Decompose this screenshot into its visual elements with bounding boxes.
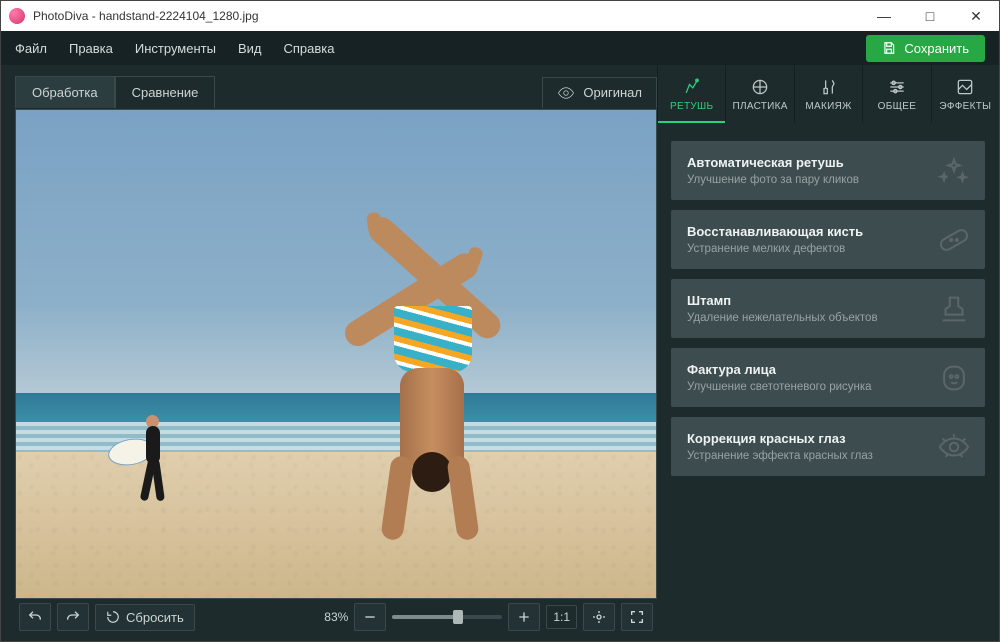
redo-button[interactable] [57, 603, 89, 631]
plastic-icon [750, 77, 770, 97]
tool-tab-plastic[interactable]: ПЛАСТИКА [725, 65, 793, 123]
tab-processing[interactable]: Обработка [15, 76, 115, 108]
face-icon [937, 361, 971, 395]
fit-icon [591, 609, 607, 625]
tool-tab-effects[interactable]: ЭФФЕКТЫ [931, 65, 999, 123]
app-body: Файл Правка Инструменты Вид Справка Сохр… [1, 31, 999, 641]
content: Обработка Сравнение Оригинал [1, 65, 999, 641]
tool-face-texture[interactable]: Фактура лица Улучшение светотеневого рис… [671, 348, 985, 407]
close-button[interactable]: ✕ [953, 1, 999, 31]
tool-red-eye[interactable]: Коррекция красных глаз Устранение эффект… [671, 417, 985, 476]
window-controls: — □ ✕ [861, 1, 999, 31]
right-pane: РЕТУШЬ ПЛАСТИКА МАКИЯЖ ОБЩЕЕ [657, 65, 999, 641]
save-label: Сохранить [904, 41, 969, 56]
retouch-icon [682, 77, 702, 97]
eye-icon [557, 84, 575, 102]
original-toggle[interactable]: Оригинал [542, 77, 657, 108]
titlebar: PhotoDiva - handstand-2224104_1280.jpg —… [1, 1, 999, 31]
original-label: Оригинал [583, 85, 642, 100]
menu-tools[interactable]: Инструменты [135, 41, 216, 56]
app-window: PhotoDiva - handstand-2224104_1280.jpg —… [0, 0, 1000, 642]
undo-icon [27, 609, 43, 625]
menu-edit[interactable]: Правка [69, 41, 113, 56]
tool-tab-general[interactable]: ОБЩЕЕ [862, 65, 930, 123]
redo-icon [65, 609, 81, 625]
reset-button[interactable]: Сбросить [95, 604, 195, 631]
minimize-button[interactable]: — [861, 1, 907, 31]
menu-file[interactable]: Файл [15, 41, 47, 56]
maximize-button[interactable]: □ [907, 1, 953, 31]
menu-view[interactable]: Вид [238, 41, 262, 56]
tool-tab-retouch[interactable]: РЕТУШЬ [657, 65, 725, 123]
left-pane: Обработка Сравнение Оригинал [1, 65, 657, 641]
bottom-toolbar: Сбросить 83% 1:1 [15, 599, 657, 635]
eye-icon [937, 430, 971, 464]
zoom-out-button[interactable] [354, 603, 386, 631]
photo-surfer [136, 415, 176, 515]
zoom-ratio-button[interactable]: 1:1 [546, 605, 577, 629]
zoom-in-button[interactable] [508, 603, 540, 631]
photo-handstand [346, 190, 546, 550]
reset-icon [106, 610, 120, 624]
minus-icon [362, 609, 378, 625]
sliders-icon [887, 77, 907, 97]
menubar: Файл Правка Инструменты Вид Справка Сохр… [1, 31, 999, 65]
app-logo-icon [9, 8, 25, 24]
tab-compare[interactable]: Сравнение [115, 76, 216, 108]
zoom-value: 83% [314, 610, 348, 624]
tool-tabs: РЕТУШЬ ПЛАСТИКА МАКИЯЖ ОБЩЕЕ [657, 65, 999, 123]
effects-icon [955, 77, 975, 97]
sparkle-icon [937, 154, 971, 188]
menu-help[interactable]: Справка [283, 41, 334, 56]
image-canvas[interactable] [15, 109, 657, 599]
fit-screen-button[interactable] [583, 603, 615, 631]
window-title: PhotoDiva - handstand-2224104_1280.jpg [33, 9, 861, 23]
tool-stamp[interactable]: Штамп Удаление нежелательных объектов [671, 279, 985, 338]
tool-healing-brush[interactable]: Восстанавливающая кисть Устранение мелки… [671, 210, 985, 269]
save-button[interactable]: Сохранить [866, 35, 985, 62]
fullscreen-button[interactable] [621, 603, 653, 631]
makeup-icon [819, 77, 839, 97]
undo-button[interactable] [19, 603, 51, 631]
tool-auto-retouch[interactable]: Автоматическая ретушь Улучшение фото за … [671, 141, 985, 200]
reset-label: Сбросить [126, 610, 184, 625]
plus-icon [516, 609, 532, 625]
tool-tab-makeup[interactable]: МАКИЯЖ [794, 65, 862, 123]
save-icon [882, 41, 896, 55]
fullscreen-icon [629, 609, 645, 625]
stamp-icon [937, 292, 971, 326]
bandage-icon [937, 223, 971, 257]
view-tabs: Обработка Сравнение Оригинал [15, 75, 657, 109]
photo-beach [16, 452, 656, 598]
zoom-slider[interactable] [392, 615, 502, 619]
tool-list: Автоматическая ретушь Улучшение фото за … [657, 123, 999, 476]
